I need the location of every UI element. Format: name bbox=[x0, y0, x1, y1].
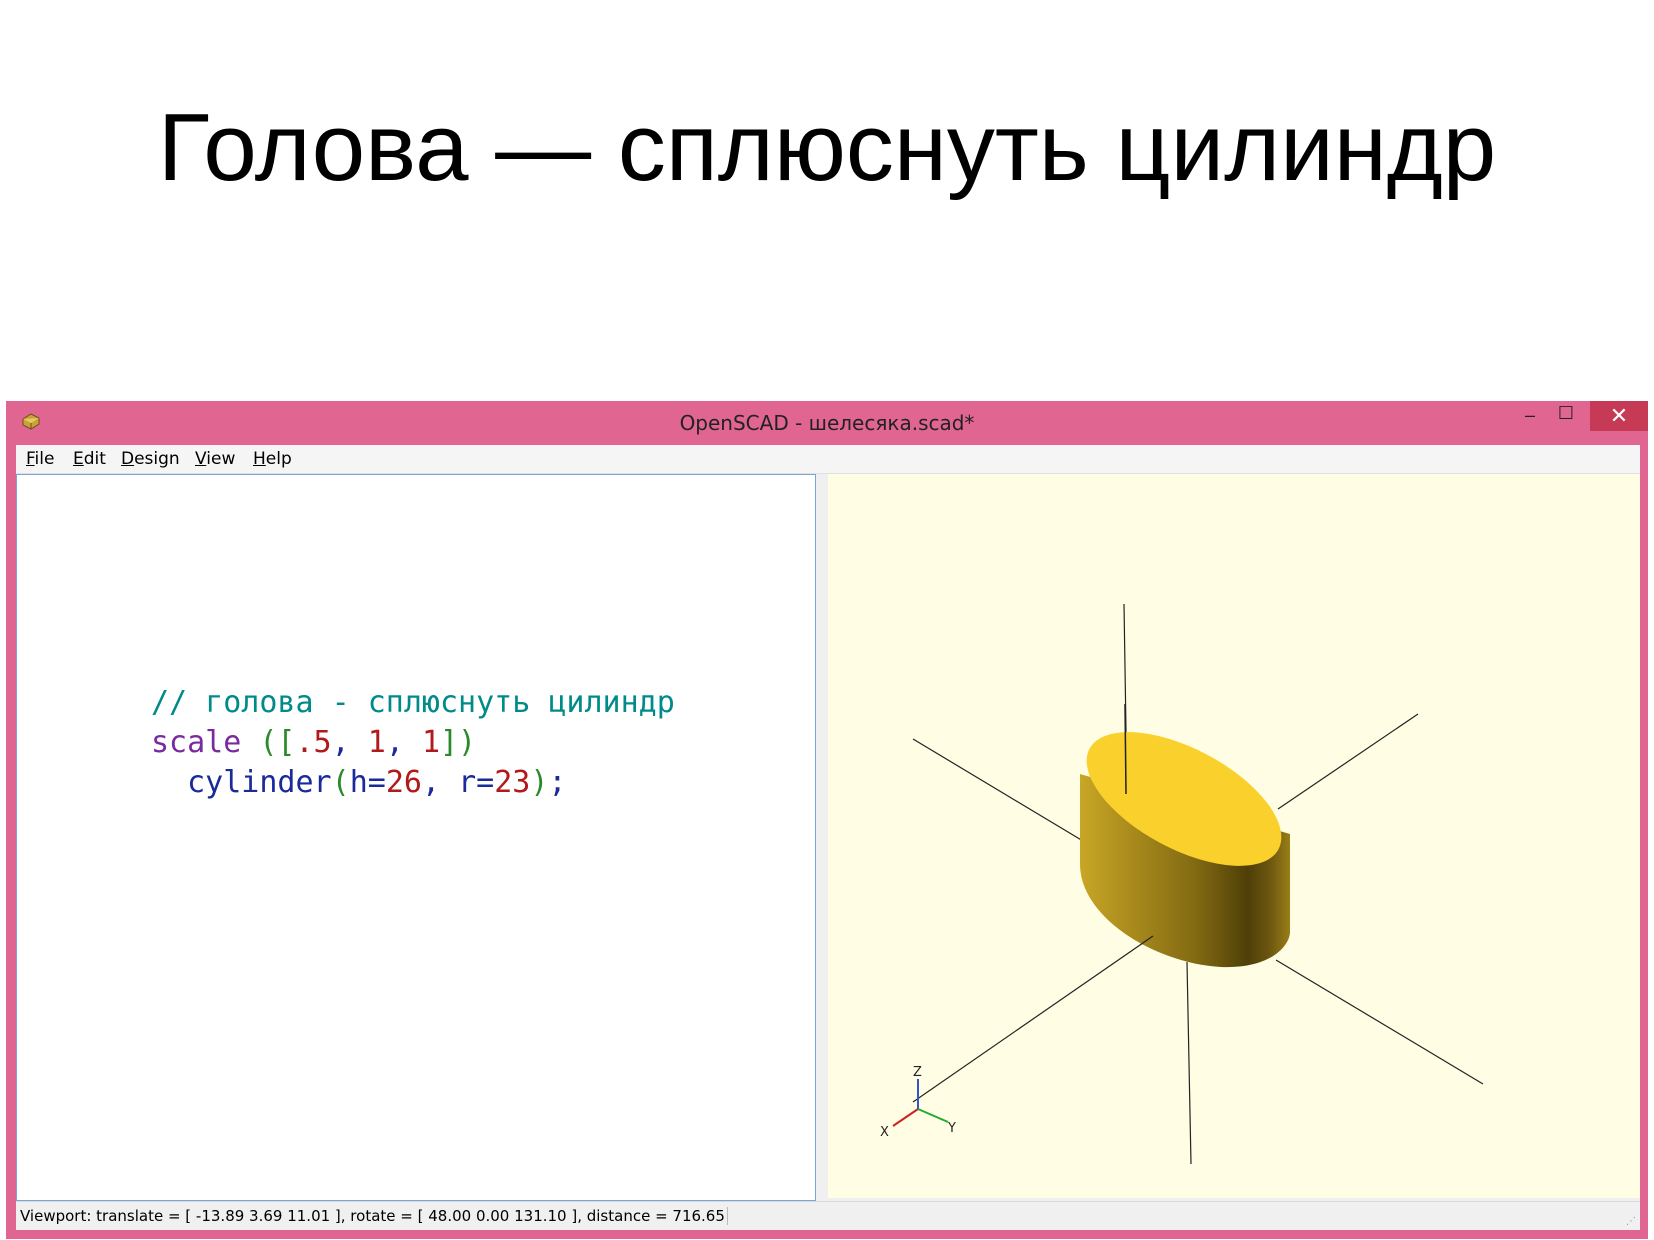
code-editor[interactable]: // голова - сплюснуть цилиндр scale ([.5,… bbox=[16, 474, 816, 1201]
axis-line-front-right bbox=[1275, 959, 1484, 1085]
menu-edit[interactable]: Edit bbox=[73, 449, 106, 469]
menu-view[interactable]: View bbox=[195, 449, 235, 469]
axis-line-back-left bbox=[912, 738, 1089, 845]
minimize-button[interactable]: – bbox=[1512, 405, 1548, 435]
code-line-2: scale ([.5, 1, 1]) bbox=[151, 725, 477, 760]
menu-bar: File Edit Design View Help bbox=[16, 445, 1640, 474]
gizmo-label-x: X bbox=[880, 1125, 889, 1140]
openscad-window: OpenSCAD - шелесяка.scad* – ☐ ✕ File Edi… bbox=[6, 401, 1648, 1239]
close-button[interactable]: ✕ bbox=[1590, 401, 1648, 431]
menu-help[interactable]: Help bbox=[253, 449, 292, 469]
gizmo-label-y: Y bbox=[947, 1121, 956, 1136]
3d-viewport[interactable]: Z X Y bbox=[828, 474, 1640, 1198]
axis-line-z-center bbox=[1124, 703, 1127, 795]
menu-file[interactable]: File bbox=[26, 449, 54, 469]
client-area: File Edit Design View Help // голова - с… bbox=[16, 445, 1640, 1230]
axis-line-z-down bbox=[1186, 961, 1192, 1165]
window-title: OpenSCAD - шелесяка.scad* bbox=[679, 411, 975, 435]
status-bar: Viewport: translate = [ -13.89 3.69 11.0… bbox=[16, 1201, 1640, 1230]
axis-line-front-left bbox=[912, 935, 1154, 1103]
resize-grip-icon[interactable]: ⋰ bbox=[1626, 1216, 1638, 1228]
menu-design[interactable]: Design bbox=[121, 449, 180, 469]
title-bar[interactable]: OpenSCAD - шелесяка.scad* – ☐ ✕ bbox=[6, 401, 1648, 441]
code-text[interactable]: // голова - сплюснуть цилиндр scale ([.5,… bbox=[151, 683, 675, 803]
gizmo-label-z: Z bbox=[913, 1065, 922, 1080]
code-line-1: // голова - сплюснуть цилиндр bbox=[151, 685, 675, 720]
viewport-canvas[interactable]: Z X Y bbox=[828, 474, 1640, 1198]
slide-title: Голова — сплюснуть цилиндр bbox=[157, 94, 1497, 201]
viewport-status: Viewport: translate = [ -13.89 3.69 11.0… bbox=[20, 1207, 728, 1225]
maximize-button[interactable]: ☐ bbox=[1548, 403, 1584, 433]
code-line-3: cylinder(h=26, r=23); bbox=[187, 765, 567, 800]
axes-gizmo: Z X Y bbox=[880, 1065, 956, 1140]
axis-line-back-right bbox=[1277, 713, 1419, 810]
